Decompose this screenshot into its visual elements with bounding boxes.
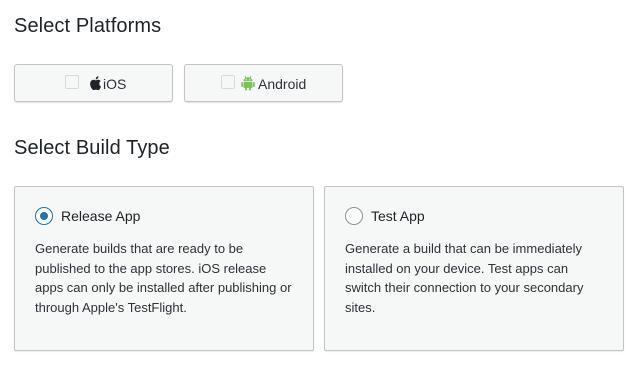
release-app-radio[interactable] (35, 207, 53, 225)
android-icon (241, 75, 255, 91)
apple-icon (88, 75, 102, 91)
release-app-option[interactable]: Release App Generate builds that are rea… (14, 186, 314, 351)
test-app-description: Generate a build that can be immediately… (345, 241, 584, 315)
platform-android-button[interactable]: Android (184, 64, 343, 102)
android-label: Android (258, 76, 307, 92)
test-app-option[interactable]: Test App Generate a build that can be im… (324, 186, 624, 351)
android-checkbox[interactable] (221, 75, 235, 89)
platform-ios-button[interactable]: iOS (14, 64, 173, 102)
release-app-title: Release App (61, 208, 141, 224)
select-build-type-heading: Select Build Type (14, 137, 170, 159)
release-app-description: Generate builds that are ready to be pub… (35, 241, 292, 315)
ios-label: iOS (103, 76, 127, 92)
select-platforms-heading: Select Platforms (14, 15, 162, 37)
ios-checkbox[interactable] (65, 75, 79, 89)
test-app-title: Test App (371, 208, 425, 224)
test-app-radio[interactable] (345, 207, 363, 225)
